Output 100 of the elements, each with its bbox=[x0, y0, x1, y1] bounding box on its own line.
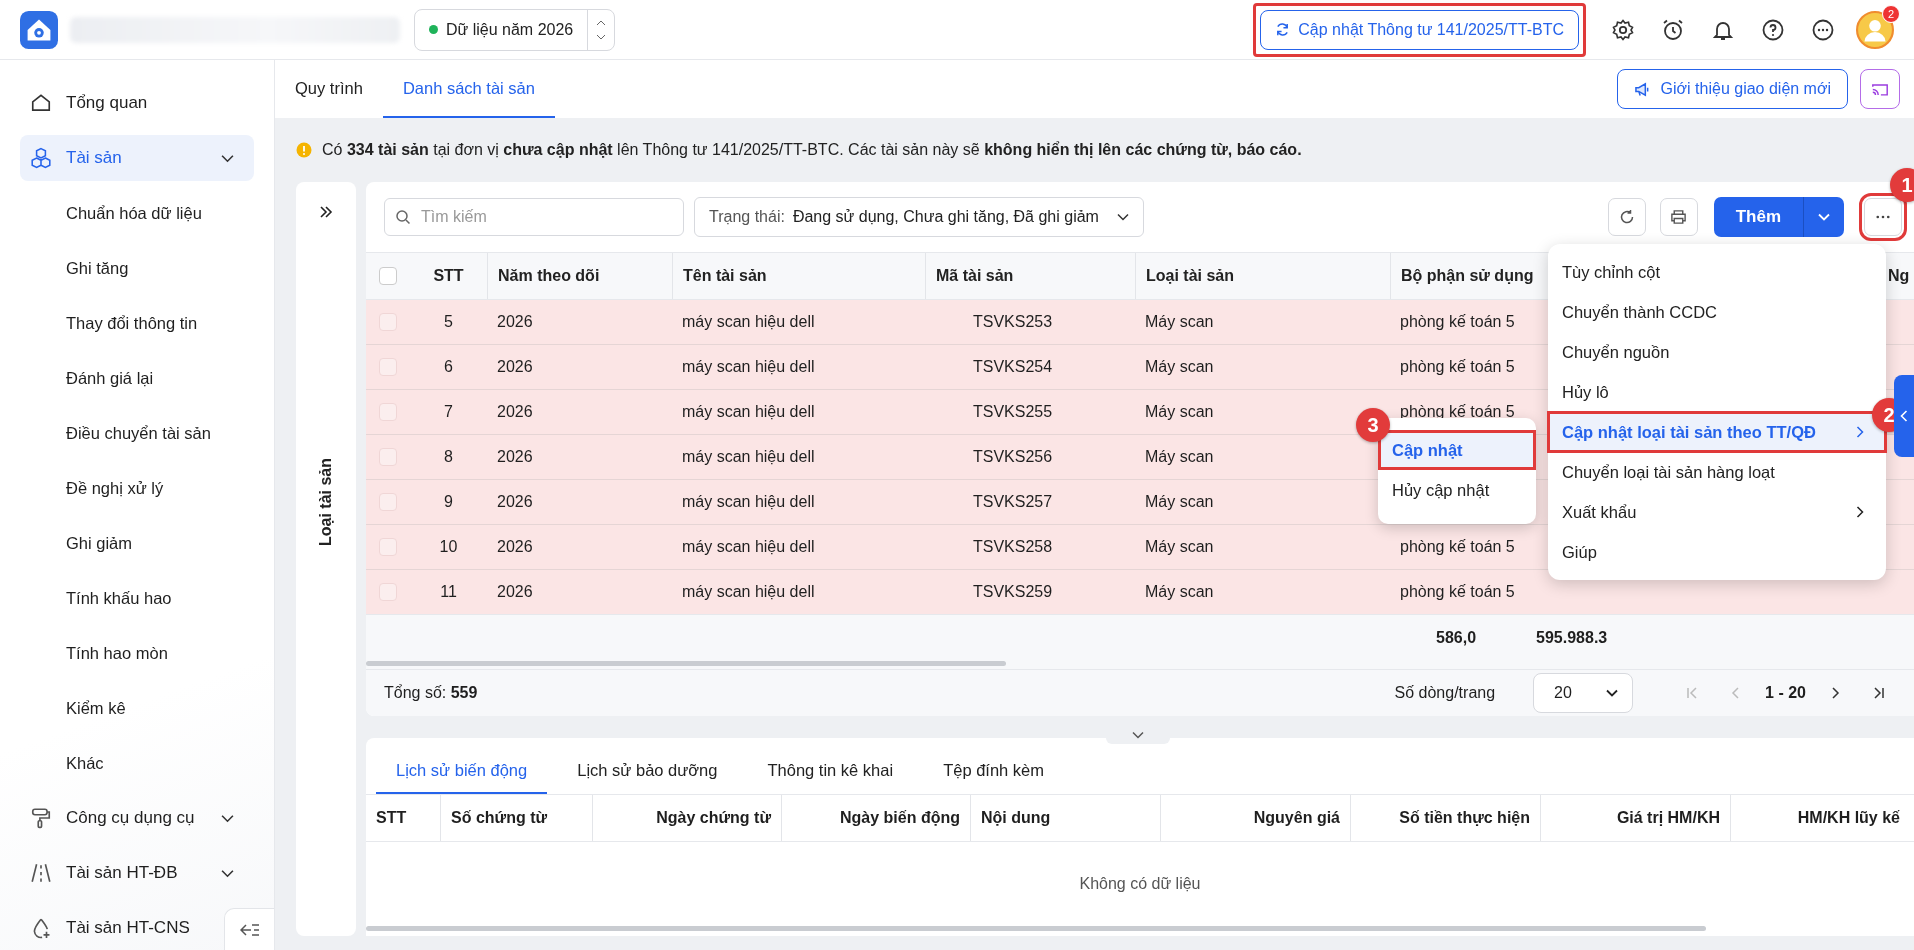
chevron-down-icon bbox=[1116, 213, 1129, 221]
sidebar-subitem[interactable]: Đánh giá lại bbox=[20, 355, 254, 401]
sidebar-subitem[interactable]: Kiểm kê bbox=[20, 685, 254, 731]
sidebar-subitem[interactable]: Đề nghị xử lý bbox=[20, 465, 254, 511]
page-size-label: Số dòng/trang bbox=[1394, 684, 1496, 702]
tab[interactable]: Tệp đính kèm bbox=[923, 748, 1065, 794]
tab[interactable]: Lịch sử biến động bbox=[376, 748, 548, 794]
sidebar-item[interactable]: Tài sản HT-ĐB bbox=[20, 850, 254, 896]
status-filter[interactable]: Trạng thái: Đang sử dụng, Chưa ghi tăng, Đã ghi giảm bbox=[694, 197, 1144, 237]
home-icon bbox=[30, 92, 52, 114]
chevron-down-icon[interactable] bbox=[596, 33, 607, 40]
table-cell: phòng kế toán 5 bbox=[1400, 583, 1515, 601]
column-header: Loại tài sản bbox=[1146, 267, 1235, 285]
filter-label: Trạng thái: bbox=[709, 208, 785, 226]
last-page-icon[interactable] bbox=[1872, 686, 1886, 700]
row-checkbox[interactable] bbox=[379, 583, 397, 601]
menu-item[interactable]: Cập nhật bbox=[1378, 430, 1536, 470]
sidebar-subitem[interactable]: Ghi giảm bbox=[20, 520, 254, 566]
search-field[interactable]: Tìm kiếm bbox=[384, 198, 684, 236]
row-checkbox[interactable] bbox=[379, 358, 397, 376]
table-cell: TSVKS259 bbox=[973, 583, 1053, 601]
table-cell: 2026 bbox=[497, 583, 533, 601]
more-icon[interactable] bbox=[1811, 17, 1835, 42]
table-cell: 5 bbox=[444, 313, 453, 331]
double-chevron-icon[interactable] bbox=[319, 206, 333, 218]
add-dropdown-button[interactable] bbox=[1804, 197, 1844, 237]
chevron-left-icon bbox=[1900, 410, 1908, 422]
table-cell: 8 bbox=[444, 448, 453, 466]
sidebar-subitem[interactable]: Ghi tăng bbox=[20, 245, 254, 291]
column-header: Ngày chứng từ bbox=[592, 795, 781, 841]
scrollbar-thumb[interactable] bbox=[366, 926, 1706, 931]
table-cell: phòng kế toán 5 bbox=[1400, 358, 1515, 376]
sidebar-subitem[interactable]: Thay đổi thông tin bbox=[20, 300, 254, 346]
notification-badge: 2 bbox=[1882, 4, 1900, 23]
tab[interactable]: Lịch sử bảo dưỡng bbox=[557, 748, 738, 794]
sidebar-subitem[interactable]: Tính hao mòn bbox=[20, 630, 254, 676]
table-cell: Máy scan bbox=[1145, 493, 1214, 511]
cast-button[interactable] bbox=[1860, 69, 1900, 109]
table-cell: máy scan hiệu dell bbox=[682, 358, 815, 376]
table-cell: Máy scan bbox=[1145, 583, 1214, 601]
settings-icon[interactable] bbox=[1611, 17, 1635, 42]
filter-value: Đang sử dụng, Chưa ghi tăng, Đã ghi giảm bbox=[792, 208, 1099, 226]
table-cell: máy scan hiệu dell bbox=[682, 493, 815, 511]
row-checkbox[interactable] bbox=[379, 313, 397, 331]
sidebar-item[interactable]: Tài sản HT-CNS bbox=[20, 905, 210, 950]
print-button[interactable] bbox=[1659, 198, 1698, 236]
chevron-down-icon bbox=[1132, 731, 1144, 739]
row-checkbox[interactable] bbox=[379, 493, 397, 511]
row-checkbox[interactable] bbox=[379, 538, 397, 556]
megaphone-icon bbox=[1633, 81, 1651, 97]
road-icon bbox=[30, 862, 52, 884]
table-cell: 2026 bbox=[497, 313, 533, 331]
expand-panel-button[interactable] bbox=[1894, 375, 1914, 457]
tab[interactable]: Thông tin kê khai bbox=[747, 748, 914, 794]
table-cell: 2026 bbox=[497, 538, 533, 556]
sidebar-subitem[interactable]: Tính khấu hao bbox=[20, 575, 254, 621]
menu-item[interactable]: Tùy chỉnh cột bbox=[1548, 252, 1886, 292]
table-cell: Máy scan bbox=[1145, 448, 1214, 466]
year-selector[interactable]: Dữ liệu năm 2026 bbox=[414, 8, 616, 51]
page-size-select[interactable]: 20 bbox=[1533, 673, 1634, 713]
sidebar-subitem[interactable]: Điều chuyển tài sản bbox=[20, 410, 254, 456]
update-button[interactable]: Cập nhật Thông tư 141/2025/TT-BTC bbox=[1260, 9, 1579, 50]
table-cell: phòng kế toán 5 bbox=[1400, 313, 1515, 331]
table-cell: 10 bbox=[439, 538, 458, 556]
column-header: Giá trị HM/KH bbox=[1540, 795, 1730, 841]
sidebar-item[interactable]: Tài sản bbox=[20, 135, 254, 181]
sidebar-item[interactable]: Công cụ dụng cụ bbox=[20, 795, 254, 841]
avatar-icon[interactable] bbox=[1856, 10, 1894, 49]
sidebar-subitem[interactable]: Khác bbox=[20, 740, 254, 786]
select-all-checkbox[interactable] bbox=[379, 267, 397, 285]
printer-icon bbox=[1670, 209, 1688, 225]
intro-button[interactable]: Giới thiệu giao diện mới bbox=[1616, 69, 1848, 109]
table-cell: máy scan hiệu dell bbox=[682, 583, 815, 601]
alarm-clock-icon[interactable] bbox=[1661, 17, 1685, 42]
table-cell: 2026 bbox=[497, 448, 533, 466]
table-cell: TSVKS256 bbox=[973, 448, 1053, 466]
row-checkbox[interactable] bbox=[379, 448, 397, 466]
table-row[interactable]: 11 2026 máy scan hiệu dell TSVKS259 Máy scan phòng kế toán 5 bbox=[366, 570, 1914, 614]
scrollbar-thumb[interactable] bbox=[366, 661, 1006, 666]
column-header: Nội dung bbox=[970, 795, 1160, 841]
step-marker: 1 bbox=[1890, 168, 1914, 202]
page-range: 1 - 20 bbox=[1765, 684, 1806, 702]
table-cell: máy scan hiệu dell bbox=[682, 313, 815, 331]
logo-icon[interactable] bbox=[20, 10, 58, 49]
help-icon[interactable] bbox=[1761, 17, 1785, 42]
sidebar-item[interactable]: Tổng quan bbox=[20, 80, 168, 126]
table-cell: máy scan hiệu dell bbox=[682, 448, 815, 466]
menu-item[interactable]: Giúp bbox=[1548, 532, 1886, 572]
collapse-sidebar-button[interactable] bbox=[224, 908, 274, 950]
add-button[interactable]: Thêm bbox=[1713, 197, 1804, 237]
row-checkbox[interactable] bbox=[379, 403, 397, 421]
tab[interactable]: Quy trình bbox=[275, 60, 383, 118]
chevron-up-icon[interactable] bbox=[596, 19, 607, 26]
sidebar-subitem[interactable]: Chuẩn hóa dữ liệu bbox=[20, 190, 254, 236]
caret-icon bbox=[1818, 213, 1830, 221]
refresh-button[interactable] bbox=[1607, 198, 1646, 236]
warning-icon bbox=[296, 142, 312, 158]
column-header: Nguyên giá bbox=[1160, 795, 1350, 841]
table-cell: TSVKS254 bbox=[973, 358, 1053, 376]
table-cell: 6 bbox=[444, 358, 453, 376]
